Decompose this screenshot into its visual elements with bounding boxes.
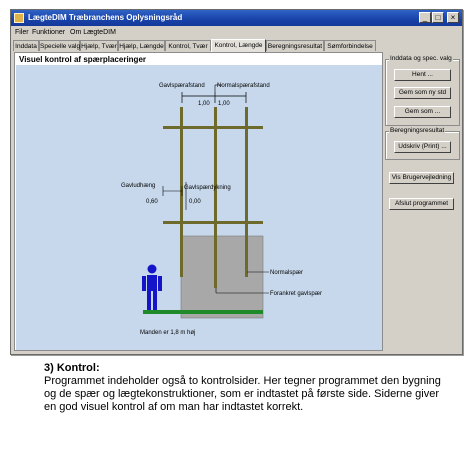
right-sidebar: Inddata og spec. valg Hent ... Gem som n… — [385, 52, 460, 351]
menu-om[interactable]: Om LægteDIM — [70, 29, 116, 36]
gavlspaerdykning-value: 0,00 — [189, 199, 201, 205]
man-figure — [142, 264, 162, 310]
gavludhaeng-label: Gavludhæng — [121, 183, 155, 189]
tab-kontrol-laengde[interactable]: Kontrol, Længde — [211, 39, 266, 52]
rafter-gable-overhang — [180, 107, 183, 277]
close-icon[interactable]: × — [447, 12, 459, 23]
gem-ny-std-button[interactable]: Gem som ny std — [394, 87, 451, 99]
batten-bottom — [163, 221, 263, 224]
gavlsparafstand-label: Gavlspærafstand — [159, 83, 205, 89]
forankret-label: Forankret gavlspær — [270, 291, 322, 297]
control-panel: Visuel kontrol af spærplaceringer Gavlsp… — [14, 52, 383, 351]
window-title: LægteDIM Træbranchens Oplysningsråd — [28, 13, 183, 22]
man-height-label: Manden er 1,8 m høj — [140, 330, 195, 336]
gem-som-button[interactable]: Gem som ... — [394, 106, 451, 118]
batten-top — [163, 126, 263, 129]
group-beregningsresultat: Beregningsresultat Udskriv (Print) ... — [385, 127, 460, 160]
hent-button[interactable]: Hent ... — [394, 69, 451, 81]
tab-beregningsresultat[interactable]: Beregningsresultat — [266, 40, 324, 51]
group-inddata: Inddata og spec. valg Hent ... Gem som n… — [385, 55, 460, 126]
ground-line — [143, 310, 263, 314]
gavludhaeng-value: 0,60 — [146, 199, 158, 205]
caption: 3) Kontrol: Programmet indeholder også t… — [44, 362, 444, 414]
panel-title: Visuel kontrol af spærplaceringer — [19, 55, 147, 64]
tab-strip: Inddata Specielle valg Hjælp, Tvær Hjælp… — [13, 39, 460, 52]
normalspaer-label: Normalspær — [270, 270, 303, 276]
rafter-anchored-gable — [214, 107, 217, 288]
tab-specielle-valg[interactable]: Specielle valg — [39, 40, 80, 51]
caption-body: Programmet indeholder også to kontrolsid… — [44, 375, 441, 413]
building-body — [180, 235, 264, 319]
afslut-button[interactable]: Afslut programmet — [389, 198, 454, 210]
rafter-normal — [245, 107, 248, 277]
menu-funktioner[interactable]: Funktioner — [32, 29, 65, 36]
group-inddata-label: Inddata og spec. valg — [389, 55, 453, 62]
minimize-icon[interactable]: _ — [419, 12, 431, 23]
menu-bar: Filer Funktioner Om LægteDIM — [11, 27, 462, 39]
caption-heading: 3) Kontrol: — [44, 362, 100, 374]
building-drawing: Gavlspærafstand Normalspærafstand 1,00 1… — [121, 83, 322, 336]
gavlsparafstand-value: 1,00 — [198, 101, 210, 107]
group-beregningsresultat-label: Beregningsresultat — [389, 127, 446, 134]
app-icon — [14, 13, 24, 23]
tab-kontrol-tvaer[interactable]: Kontrol, Tvær — [165, 40, 211, 51]
drawing-canvas: Gavlspærafstand Normalspærafstand 1,00 1… — [16, 65, 382, 350]
tab-inddata[interactable]: Inddata — [13, 40, 39, 51]
maximize-icon[interactable]: □ — [432, 12, 444, 23]
menu-filer[interactable]: Filer — [15, 29, 29, 36]
vis-brugervejledning-button[interactable]: Vis Brugervejledning — [389, 172, 454, 184]
title-bar: LægteDIM Træbranchens Oplysningsråd _ □ … — [11, 10, 462, 26]
normalsparafstand-label: Normalspærafstand — [217, 83, 270, 89]
app-window: LægteDIM Træbranchens Oplysningsråd _ □ … — [10, 9, 463, 355]
tab-hjaelp-laengde[interactable]: Hjælp, Længde — [118, 40, 165, 51]
udskriv-button[interactable]: Udskriv (Print) ... — [394, 141, 451, 153]
normalsparafstand-value: 1,00 — [218, 101, 230, 107]
tab-hjaelp-tvaer[interactable]: Hjælp, Tvær — [80, 40, 118, 51]
gavlspaerdykning-label: Gavlspærdykning — [184, 185, 231, 191]
tab-somforbindelse[interactable]: Sømforbindelse — [324, 40, 376, 51]
